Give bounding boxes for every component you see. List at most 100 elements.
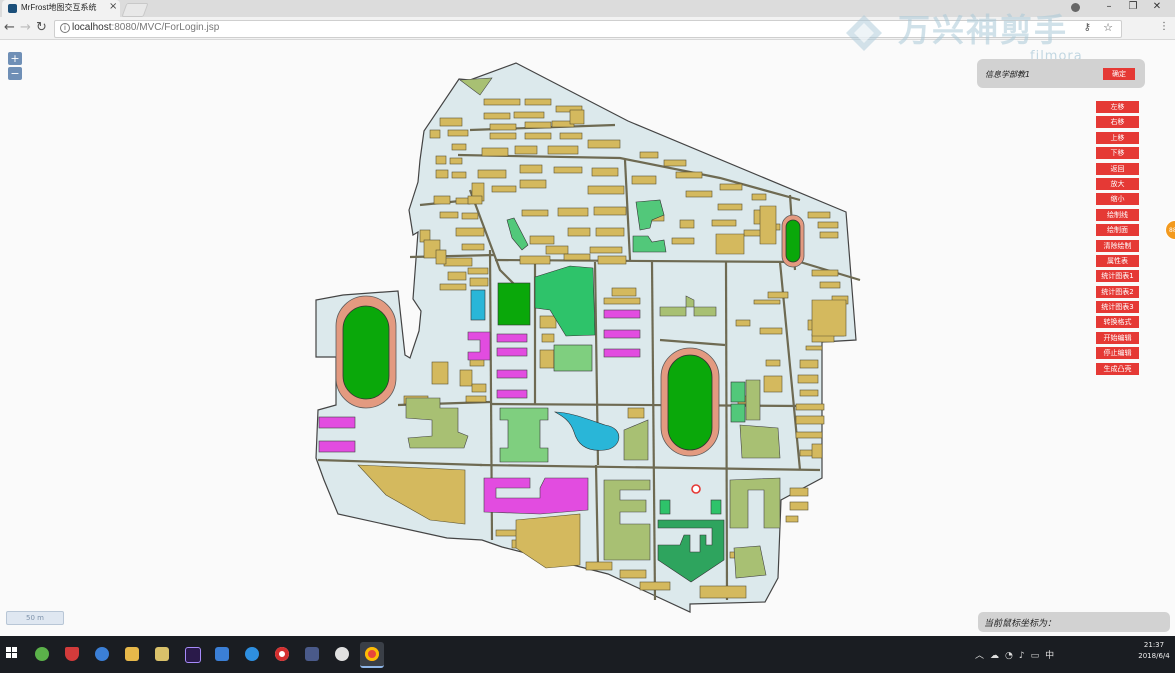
tool-button-column: 左移右移上移下移返回放大缩小绘制线绘制面清除绘制属性表统计图表1 统计图表2 统计图… bbox=[1096, 101, 1140, 378]
search-input[interactable] bbox=[983, 68, 1087, 80]
building bbox=[435, 155, 447, 165]
tool-button[interactable]: 绘制面 bbox=[1096, 224, 1139, 237]
building bbox=[491, 185, 517, 193]
building bbox=[595, 227, 625, 237]
tool-button[interactable]: 右移 bbox=[1096, 116, 1139, 129]
building bbox=[719, 183, 743, 191]
tool-button[interactable]: 停止编辑 bbox=[1096, 347, 1139, 360]
green-area bbox=[730, 403, 746, 423]
tool-button[interactable]: 转换格式 bbox=[1096, 316, 1139, 329]
building bbox=[467, 195, 483, 205]
building bbox=[447, 271, 467, 281]
highlighted-building bbox=[603, 329, 641, 339]
file-explorer-icon[interactable] bbox=[120, 642, 144, 666]
building bbox=[819, 231, 839, 239]
building bbox=[585, 561, 613, 571]
clock-time: 21:37 bbox=[1143, 641, 1165, 649]
building bbox=[481, 147, 509, 157]
ime-indicator[interactable]: 中 bbox=[1045, 648, 1054, 661]
tool-button[interactable]: 统计图表3 bbox=[1096, 301, 1139, 314]
recorder-icon[interactable] bbox=[270, 642, 294, 666]
building bbox=[679, 219, 695, 229]
football-field-left bbox=[342, 305, 390, 400]
building bbox=[521, 209, 549, 217]
building bbox=[639, 151, 659, 159]
premiere-icon[interactable] bbox=[180, 642, 204, 666]
tool-button[interactable]: 开始编辑 bbox=[1096, 331, 1139, 344]
cloud-icon[interactable]: ☁ bbox=[990, 651, 999, 661]
taskbar-app-blue-icon[interactable] bbox=[90, 642, 114, 666]
building bbox=[587, 185, 625, 195]
tool-button[interactable]: 属性表 bbox=[1096, 254, 1139, 267]
clock[interactable]: 21:37 2018/6/4 bbox=[1134, 640, 1174, 662]
building bbox=[429, 129, 441, 139]
taskbar-app-yellow-icon[interactable] bbox=[150, 642, 174, 666]
highlighted-building bbox=[603, 348, 641, 358]
building bbox=[763, 375, 783, 393]
tool-button[interactable]: 放大 bbox=[1096, 177, 1139, 190]
location-marker-icon[interactable] bbox=[691, 484, 701, 494]
tool-button[interactable]: 清除绘制 bbox=[1096, 239, 1139, 252]
football-field-center bbox=[667, 354, 713, 451]
building bbox=[514, 145, 538, 155]
tool-button[interactable]: 下移 bbox=[1096, 147, 1139, 160]
zoom-in-button[interactable]: + bbox=[8, 52, 22, 65]
notification-icon[interactable]: ▭ bbox=[1031, 651, 1040, 661]
tool-button[interactable]: 绘制线 bbox=[1096, 208, 1139, 221]
tool-button[interactable]: 统计图表1 bbox=[1096, 270, 1139, 283]
building bbox=[805, 345, 823, 351]
building bbox=[799, 389, 819, 397]
network-icon[interactable]: ◔ bbox=[1005, 651, 1013, 661]
confirm-button[interactable]: 确定 bbox=[1103, 68, 1135, 80]
building bbox=[753, 299, 781, 305]
windows-start-icon[interactable] bbox=[6, 647, 18, 659]
green-area bbox=[497, 282, 531, 326]
tool-button[interactable]: 统计图表2 bbox=[1096, 285, 1139, 298]
building bbox=[567, 227, 591, 237]
green-area bbox=[730, 381, 746, 403]
football-field-right bbox=[785, 219, 801, 263]
building bbox=[515, 513, 581, 569]
tool-button[interactable]: 缩小 bbox=[1096, 193, 1139, 206]
system-tray: ︿ ☁ ◔ ♪ ▭ 中 bbox=[975, 648, 1060, 661]
building bbox=[819, 281, 841, 289]
tool-button[interactable]: 上移 bbox=[1096, 131, 1139, 144]
highlighted-building bbox=[603, 309, 641, 319]
building bbox=[524, 121, 552, 129]
zoom-out-button[interactable]: − bbox=[8, 67, 22, 80]
building bbox=[795, 431, 823, 439]
highlighted-building bbox=[496, 369, 528, 379]
building bbox=[563, 253, 591, 261]
building bbox=[591, 167, 619, 177]
tray-up-arrow-icon[interactable]: ︿ bbox=[975, 648, 984, 661]
taskbar-app-white-icon[interactable] bbox=[330, 642, 354, 666]
highlighted-building bbox=[496, 347, 528, 357]
building bbox=[447, 129, 469, 137]
taskbar-app-green-icon[interactable] bbox=[30, 642, 54, 666]
tool-button[interactable]: 左移 bbox=[1096, 101, 1139, 113]
ie-browser-icon[interactable] bbox=[240, 642, 264, 666]
building bbox=[603, 297, 641, 305]
building bbox=[785, 515, 799, 523]
eclipse-icon[interactable] bbox=[300, 642, 324, 666]
building bbox=[789, 487, 809, 497]
taskbar-app-red-icon[interactable] bbox=[60, 642, 84, 666]
building bbox=[431, 361, 449, 385]
building bbox=[545, 245, 569, 255]
taskbar-app-blue2-icon[interactable] bbox=[210, 642, 234, 666]
tool-button[interactable]: 返回 bbox=[1096, 162, 1139, 175]
building bbox=[467, 267, 489, 275]
building bbox=[439, 283, 467, 291]
campus-map[interactable] bbox=[0, 0, 1175, 673]
volume-icon[interactable]: ♪ bbox=[1019, 651, 1025, 661]
taskbar: ︿ ☁ ◔ ♪ ▭ 中 21:37 2018/6/4 bbox=[0, 636, 1175, 673]
chrome-icon[interactable] bbox=[360, 642, 384, 668]
building bbox=[439, 117, 463, 127]
building bbox=[593, 206, 627, 216]
building bbox=[547, 145, 579, 155]
green-area bbox=[659, 499, 671, 515]
building bbox=[471, 383, 487, 393]
tool-button[interactable]: 生成凸壳 bbox=[1096, 362, 1139, 375]
building bbox=[455, 227, 485, 237]
building bbox=[807, 211, 831, 219]
